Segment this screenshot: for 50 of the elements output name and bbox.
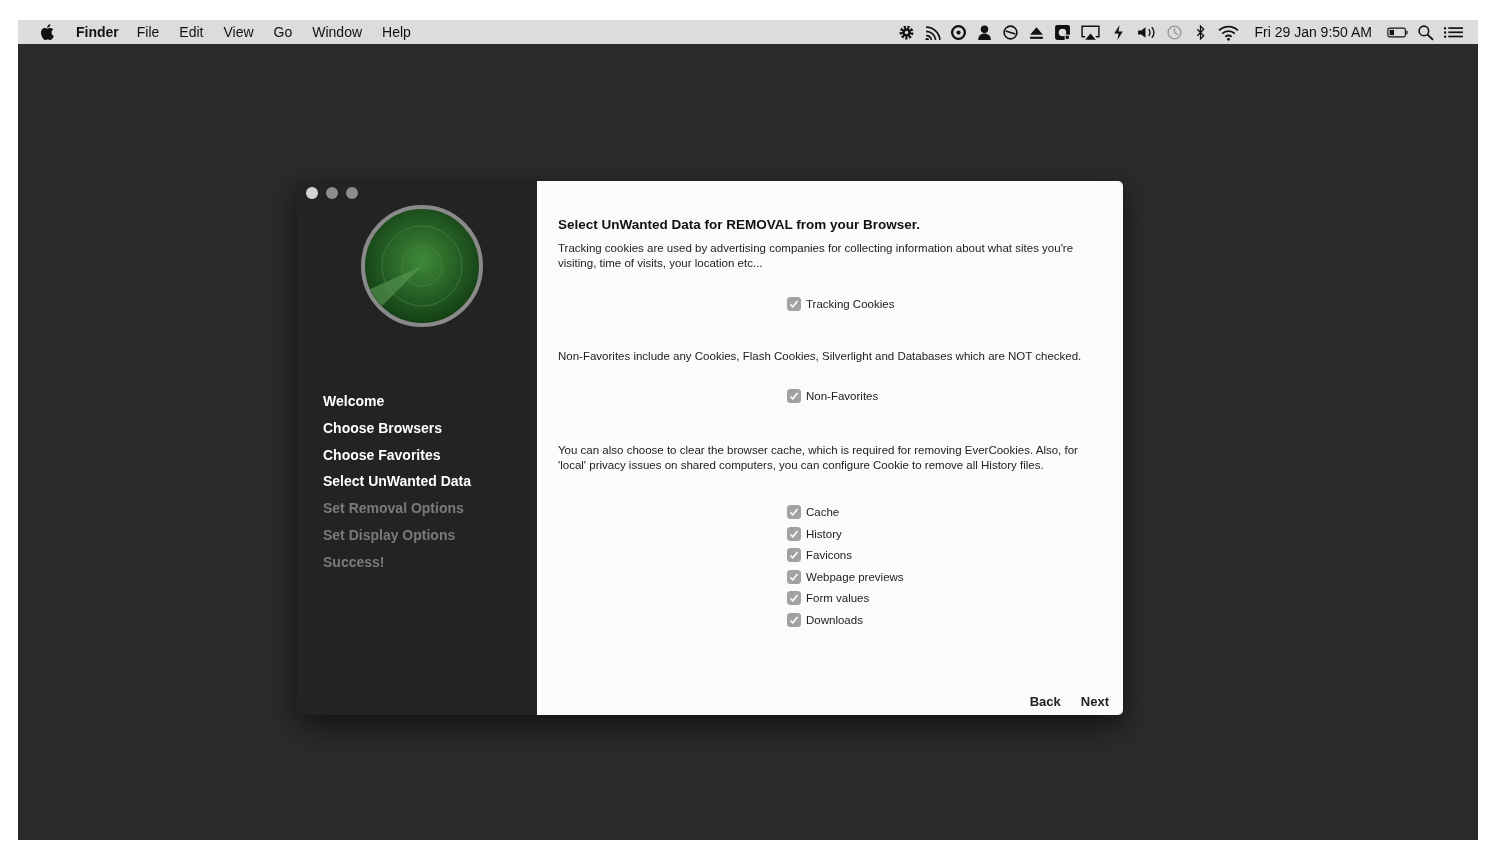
checkbox-label: Favicons <box>806 549 853 562</box>
wifi-icon[interactable] <box>1218 23 1240 41</box>
step-label: Choose Favorites <box>323 445 442 465</box>
nav-button[interactable]: Back <box>1029 694 1061 709</box>
apple-icon[interactable] <box>40 24 54 40</box>
checkbox-label: Downloads <box>806 613 863 626</box>
checkbox[interactable] <box>787 591 801 606</box>
gear-icon[interactable] <box>898 23 916 41</box>
person-icon[interactable] <box>976 23 994 41</box>
menu-clock[interactable]: Fri 29 Jan 9:50 AM <box>1254 24 1372 40</box>
menu-item[interactable]: Go <box>273 24 293 40</box>
close-button[interactable] <box>306 187 318 199</box>
radar-icon <box>360 204 484 328</box>
step-label: Set Display Options <box>323 526 457 545</box>
circle-slash-icon[interactable] <box>1002 23 1020 41</box>
zoom-button[interactable] <box>346 187 358 199</box>
checkbox-label: Tracking Cookies <box>806 297 895 310</box>
step-label: Select UnWanted Data <box>323 472 473 492</box>
checkbox-label: Webpage previews <box>806 570 904 583</box>
checkbox-label: History <box>806 527 842 540</box>
checkbox[interactable] <box>787 389 801 404</box>
checkbox[interactable] <box>787 548 801 563</box>
menu-item[interactable]: Edit <box>179 24 204 40</box>
step-label: Success! <box>323 552 386 572</box>
step-label: Set Removal Options <box>323 499 465 519</box>
checkbox[interactable] <box>787 505 801 519</box>
menu-item[interactable]: View <box>223 24 254 40</box>
signal-icon[interactable] <box>924 23 942 41</box>
checkbox-label: Cache <box>806 506 840 518</box>
checkbox[interactable] <box>787 569 801 584</box>
checkbox[interactable] <box>787 612 801 627</box>
search-icon[interactable] <box>1417 23 1434 41</box>
checkbox-label: Form values <box>806 592 870 605</box>
step-label: Welcome <box>323 392 386 411</box>
checkbox[interactable] <box>787 296 801 311</box>
page-heading: Select UnWanted Data for REMOVAL from your Browser. <box>558 217 922 232</box>
menu-item[interactable]: Window <box>312 24 363 40</box>
description-text: You can also choose to clear the browser cache, which is required for removing EverCookies. Also, for 'local' privacy issues on shared computers, you can configure Cookie to remove all History files. <box>558 443 1079 474</box>
menu-item[interactable]: File <box>136 24 160 40</box>
nav-button[interactable]: Next <box>1080 694 1109 709</box>
menu-item[interactable]: Help <box>382 24 411 40</box>
screen-lock-icon[interactable] <box>1054 23 1072 41</box>
app-menu[interactable]: Finder <box>76 24 119 40</box>
checkbox-label: Non-Favorites <box>806 390 879 403</box>
description-text: Non-Favorites include any Cookies, Flash Cookies, Silverlight and Databases which are NOT checked. <box>558 348 1083 364</box>
minimize-button[interactable] <box>326 187 338 199</box>
checkbox[interactable] <box>787 526 801 541</box>
description-text: Tracking cookies are used by advertising companies for collecting information about what sites you're visiting, time of visits, your location etc... <box>558 241 1075 271</box>
airplay-icon[interactable] <box>1080 23 1102 41</box>
step-label: Choose Browsers <box>323 418 444 438</box>
